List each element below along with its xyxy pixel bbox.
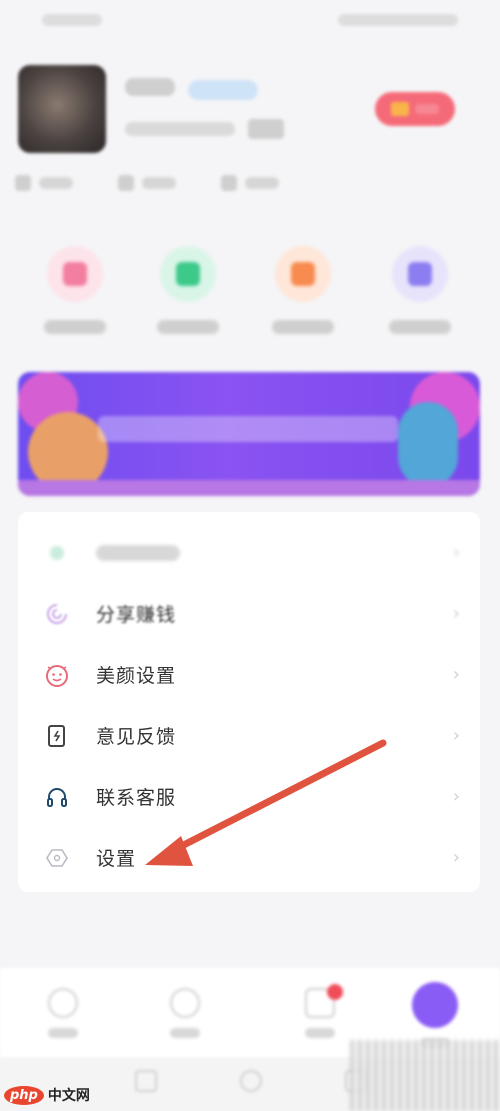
vip-button-label-placeholder <box>415 104 439 114</box>
quick-action-label-placeholder <box>157 320 219 334</box>
site-watermark: php 中文网 <box>0 1082 94 1108</box>
avatar[interactable] <box>18 65 106 153</box>
tab-me[interactable] <box>410 982 460 1048</box>
quick-action-icon <box>47 246 103 302</box>
tab-messages[interactable] <box>295 984 345 1038</box>
menu-item-settings[interactable]: 设置 › <box>18 827 480 888</box>
menu-item-label: 分享赚钱 <box>96 604 177 626</box>
quick-action-icon <box>160 246 216 302</box>
quick-action-green[interactable] <box>143 240 233 334</box>
menu-item-label: 美颜设置 <box>96 665 177 687</box>
tab-home[interactable] <box>38 988 88 1038</box>
feedback-note-icon <box>44 723 70 749</box>
chevron-right-icon: › <box>452 664 460 685</box>
quick-action-label-placeholder <box>44 320 106 334</box>
chevron-right-icon: › <box>452 542 460 563</box>
profile-header <box>0 40 500 210</box>
tab-label-placeholder <box>48 1028 78 1038</box>
watermark-text: 中文网 <box>47 1088 90 1104</box>
profile-tab-icon <box>412 982 458 1028</box>
chevron-right-icon: › <box>452 847 460 868</box>
stat-icon <box>221 175 237 191</box>
home-icon <box>48 988 78 1018</box>
menu-item-contact-support[interactable]: 联系客服 › <box>18 766 480 827</box>
stat-label-placeholder <box>39 177 73 189</box>
menu-item-blurred[interactable]: › <box>18 522 480 583</box>
quick-action-icon <box>275 246 331 302</box>
quick-action-pink[interactable] <box>30 240 120 334</box>
username-placeholder <box>125 78 175 96</box>
menu-item-share-earn[interactable]: 分享赚钱 › <box>18 583 480 644</box>
chevron-right-icon: › <box>452 603 460 624</box>
stat-icon <box>15 175 31 191</box>
profile-stats <box>15 175 279 191</box>
stat-item[interactable] <box>221 175 279 191</box>
crown-icon <box>391 102 409 116</box>
tab-label-placeholder <box>305 1028 335 1038</box>
planet-icon <box>170 988 200 1018</box>
banner-title-placeholder <box>98 416 398 442</box>
member-tag <box>188 80 258 100</box>
nav-home-icon[interactable] <box>240 1070 262 1092</box>
menu-item-label-placeholder <box>96 544 180 561</box>
stat-item[interactable] <box>118 175 176 191</box>
user-id-placeholder <box>125 122 235 136</box>
beauty-face-icon <box>44 662 70 688</box>
vip-button[interactable] <box>375 92 455 126</box>
stat-icon <box>118 175 134 191</box>
notification-badge <box>327 984 343 1000</box>
mosaic-watermark <box>350 1040 500 1111</box>
settings-menu: › 分享赚钱 › 美颜设置 › 意见反馈 › 联系客服 › 设置 › <box>18 512 480 892</box>
watermark-logo: php <box>4 1085 44 1105</box>
quick-action-orange[interactable] <box>258 240 348 334</box>
menu-item-beauty-settings[interactable]: 美颜设置 › <box>18 644 480 705</box>
share-swirl-icon <box>44 601 70 627</box>
stat-label-placeholder <box>245 177 279 189</box>
menu-item-label: 意见反馈 <box>96 726 177 748</box>
status-time-placeholder <box>42 14 102 26</box>
tab-label-placeholder <box>170 1028 200 1038</box>
quick-action-label-placeholder <box>389 320 451 334</box>
quick-actions <box>0 240 500 355</box>
stat-label-placeholder <box>142 177 176 189</box>
promo-banner[interactable] <box>18 372 480 496</box>
copy-id-tag[interactable] <box>248 119 284 139</box>
headset-icon <box>44 784 70 810</box>
banner-decoration <box>18 480 480 496</box>
quick-action-label-placeholder <box>272 320 334 334</box>
menu-item-label: 设置 <box>96 848 137 870</box>
menu-item-feedback[interactable]: 意见反馈 › <box>18 705 480 766</box>
chevron-right-icon: › <box>452 786 460 807</box>
wallet-icon <box>44 540 70 566</box>
banner-illustration-right <box>398 402 458 487</box>
chevron-right-icon: › <box>452 725 460 746</box>
tab-discover[interactable] <box>160 988 210 1038</box>
nav-menu-icon[interactable] <box>135 1070 157 1092</box>
quick-action-icon <box>392 246 448 302</box>
quick-action-purple[interactable] <box>375 240 465 334</box>
settings-hexagon-icon <box>44 845 70 871</box>
menu-item-label: 联系客服 <box>96 787 177 809</box>
status-bar <box>0 0 500 40</box>
stat-item[interactable] <box>15 175 73 191</box>
status-icons-placeholder <box>338 14 458 26</box>
